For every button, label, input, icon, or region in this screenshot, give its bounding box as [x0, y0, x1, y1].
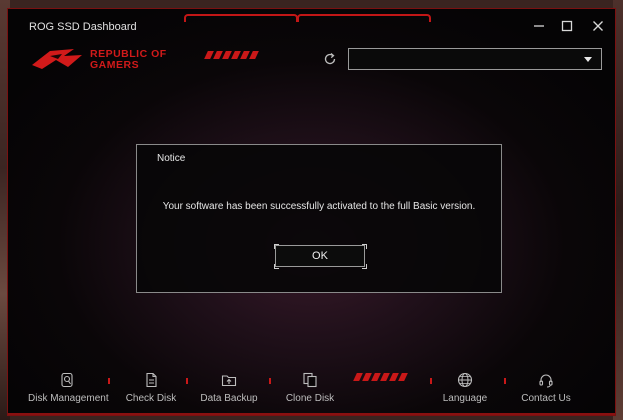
dialog-message: Your software has been successfully acti…	[162, 201, 476, 212]
ok-button[interactable]: OK	[275, 245, 365, 267]
headset-icon	[539, 374, 553, 388]
nav-data-backup[interactable]: Data Backup	[198, 372, 260, 404]
minimize-icon	[534, 25, 544, 27]
nav-clone-disk[interactable]: Clone Disk	[282, 372, 338, 404]
nav-label: Data Backup	[200, 393, 258, 404]
window-title: ROG SSD Dashboard	[29, 21, 137, 33]
refresh-icon	[324, 53, 336, 65]
nav-separator	[186, 378, 188, 384]
dialog-title: Notice	[157, 153, 186, 164]
app-window: ROG SSD Dashboard REPUBLIC OF GAMERS Not…	[7, 8, 616, 416]
ok-corner-tl	[274, 244, 279, 249]
data-backup-icon	[221, 375, 237, 387]
maximize-icon	[561, 20, 573, 32]
nav-label: Contact Us	[521, 393, 571, 404]
refresh-button[interactable]	[322, 51, 338, 67]
close-button[interactable]	[588, 19, 608, 37]
clone-disk-icon	[303, 372, 317, 388]
titlebar-accent-right	[297, 14, 431, 22]
ok-corner-br	[362, 264, 367, 269]
close-icon	[593, 21, 603, 31]
footer-stripes-decoration	[353, 373, 408, 381]
brand-text: REPUBLIC OF GAMERS	[90, 49, 167, 71]
window-bottom-border	[8, 413, 615, 415]
nav-label: Language	[442, 393, 488, 404]
titlebar-accent-left	[184, 14, 298, 22]
nav-label: Disk Management	[28, 393, 109, 404]
nav-label: Check Disk	[125, 393, 177, 404]
nav-disk-management[interactable]: Disk Management	[28, 372, 109, 404]
ok-corner-tr	[362, 244, 367, 249]
nav-separator	[108, 378, 110, 384]
check-disk-icon	[146, 372, 157, 388]
rog-eye-icon	[32, 49, 82, 69]
drive-select[interactable]	[348, 48, 602, 70]
globe-icon	[457, 372, 473, 388]
disk-management-icon	[61, 372, 73, 388]
nav-separator	[269, 378, 271, 384]
ok-corner-bl	[274, 264, 279, 269]
nav-contact-us[interactable]: Contact Us	[518, 372, 574, 404]
nav-language[interactable]: Language	[438, 372, 492, 404]
nav-check-disk[interactable]: Check Disk	[121, 372, 181, 404]
minimize-button[interactable]	[529, 19, 549, 37]
header-stripes-decoration	[204, 51, 259, 59]
chevron-down-icon	[584, 57, 592, 62]
maximize-button[interactable]	[557, 19, 577, 37]
nav-separator	[504, 378, 506, 384]
nav-label: Clone Disk	[285, 393, 335, 404]
rog-logo: REPUBLIC OF GAMERS	[30, 47, 180, 75]
brand-line2: GAMERS	[90, 59, 140, 71]
notice-dialog: Notice Your software has been successful…	[136, 144, 502, 293]
nav-separator	[430, 378, 432, 384]
